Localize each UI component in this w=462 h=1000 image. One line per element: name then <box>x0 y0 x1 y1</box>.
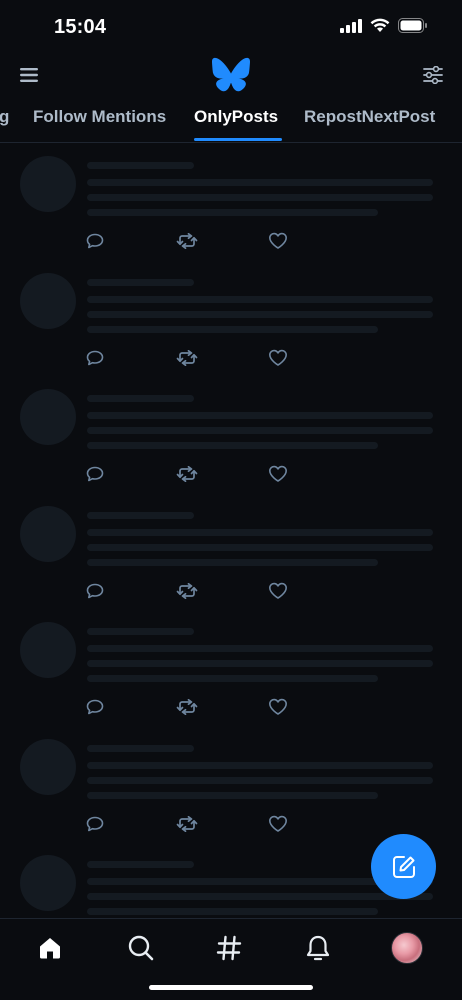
avatar <box>391 932 423 964</box>
compose-post-button[interactable] <box>371 834 436 899</box>
text-line-placeholder <box>87 427 433 434</box>
cellular-signal-icon <box>340 18 362 38</box>
text-line-placeholder <box>87 279 194 286</box>
feed-tabs: g Follow Mentions OnlyPosts RepostNextPo… <box>0 98 462 143</box>
text-line-placeholder <box>87 442 378 449</box>
notifications-bell-icon[interactable] <box>300 931 336 965</box>
text-line-placeholder <box>87 311 433 318</box>
feed-settings-sliders-icon[interactable] <box>420 62 446 88</box>
reply-icon[interactable] <box>84 349 106 367</box>
text-line-placeholder <box>87 908 378 915</box>
text-line-placeholder <box>87 512 194 519</box>
reply-icon[interactable] <box>84 582 106 600</box>
text-line-placeholder <box>87 792 378 799</box>
like-icon[interactable] <box>267 582 289 600</box>
text-line-placeholder <box>87 745 194 752</box>
bluesky-butterfly-icon <box>212 56 250 94</box>
text-line-placeholder <box>87 544 433 551</box>
avatar-placeholder <box>20 739 76 795</box>
text-line-placeholder <box>87 529 433 536</box>
reply-icon[interactable] <box>84 698 106 716</box>
search-icon[interactable] <box>123 931 159 965</box>
like-icon[interactable] <box>267 349 289 367</box>
text-line-placeholder <box>87 645 433 652</box>
post-skeleton[interactable] <box>0 260 462 377</box>
like-icon[interactable] <box>267 465 289 483</box>
post-skeleton[interactable] <box>0 609 462 726</box>
repost-icon[interactable] <box>176 698 198 716</box>
text-line-placeholder <box>87 162 194 169</box>
text-line-placeholder <box>87 777 433 784</box>
feed-list[interactable] <box>0 143 462 919</box>
text-line-placeholder <box>87 194 433 201</box>
tab-follow-mentions[interactable]: Follow Mentions <box>33 107 166 127</box>
text-line-placeholder <box>87 559 378 566</box>
post-skeleton[interactable] <box>0 376 462 493</box>
home-icon[interactable] <box>32 931 68 965</box>
bottom-nav <box>0 918 462 1000</box>
avatar-placeholder <box>20 156 76 212</box>
wifi-icon <box>370 18 390 38</box>
battery-icon <box>398 18 428 38</box>
like-icon[interactable] <box>267 698 289 716</box>
repost-icon[interactable] <box>176 582 198 600</box>
like-icon[interactable] <box>267 815 289 833</box>
post-skeleton[interactable] <box>0 493 462 610</box>
avatar-placeholder <box>20 622 76 678</box>
active-tab-indicator <box>194 138 282 141</box>
repost-icon[interactable] <box>176 815 198 833</box>
avatar-placeholder <box>20 389 76 445</box>
post-skeleton[interactable] <box>0 726 462 843</box>
text-line-placeholder <box>87 660 433 667</box>
status-bar: 15:04 <box>0 0 462 52</box>
hamburger-menu-icon[interactable] <box>16 62 42 88</box>
reply-icon[interactable] <box>84 815 106 833</box>
text-line-placeholder <box>87 675 378 682</box>
like-icon[interactable] <box>267 232 289 250</box>
text-line-placeholder <box>87 395 194 402</box>
reply-icon[interactable] <box>84 465 106 483</box>
profile-avatar[interactable] <box>389 931 425 965</box>
post-skeleton[interactable] <box>0 143 462 260</box>
text-line-placeholder <box>87 296 433 303</box>
home-indicator <box>149 985 313 990</box>
text-line-placeholder <box>87 179 433 186</box>
text-line-placeholder <box>87 893 433 900</box>
avatar-placeholder <box>20 273 76 329</box>
text-line-placeholder <box>87 628 194 635</box>
tab-partial[interactable]: g <box>0 107 9 127</box>
avatar-placeholder <box>20 855 76 911</box>
reply-icon[interactable] <box>84 232 106 250</box>
feeds-hashtag-icon[interactable] <box>211 931 247 965</box>
status-icons <box>340 18 428 38</box>
text-line-placeholder <box>87 209 378 216</box>
compose-post-icon <box>392 855 415 878</box>
text-line-placeholder <box>87 326 378 333</box>
avatar-placeholder <box>20 506 76 562</box>
text-line-placeholder <box>87 412 433 419</box>
status-time: 15:04 <box>54 16 107 38</box>
text-line-placeholder <box>87 861 194 868</box>
tab-repostnextpost[interactable]: RepostNextPost <box>304 107 435 127</box>
top-bar <box>0 52 462 98</box>
tab-onlyposts[interactable]: OnlyPosts <box>194 107 278 127</box>
repost-icon[interactable] <box>176 232 198 250</box>
repost-icon[interactable] <box>176 349 198 367</box>
repost-icon[interactable] <box>176 465 198 483</box>
text-line-placeholder <box>87 762 433 769</box>
